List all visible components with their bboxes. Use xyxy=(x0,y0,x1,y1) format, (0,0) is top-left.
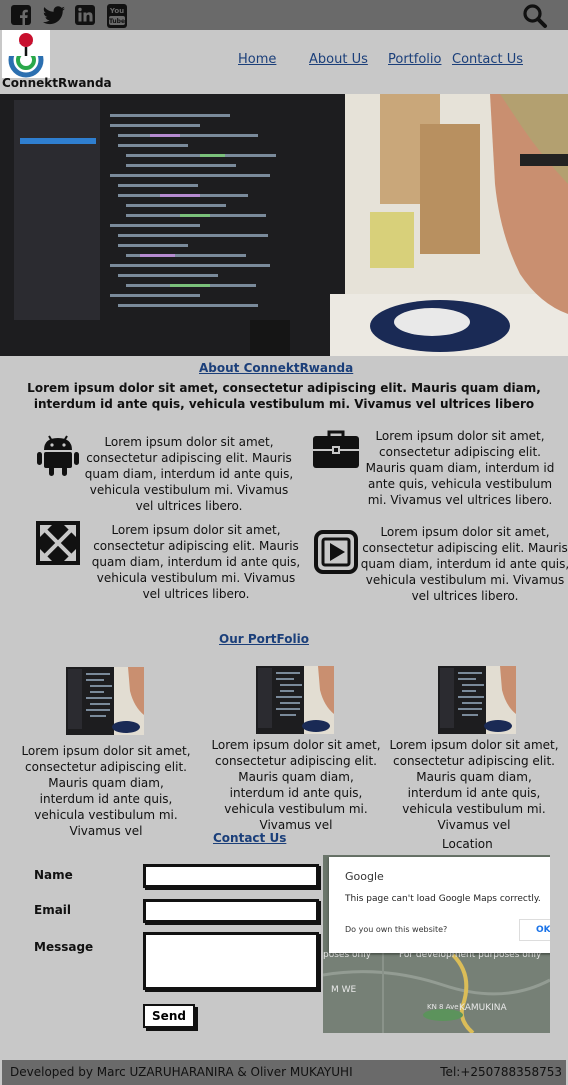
portfolio-text-3: Lorem ipsum dolor sit amet, consectetur … xyxy=(389,738,559,832)
contact-title[interactable]: Contact Us xyxy=(213,831,286,845)
send-button[interactable]: Send xyxy=(143,1004,195,1028)
message-textarea[interactable] xyxy=(143,932,319,990)
android-icon xyxy=(36,432,80,476)
name-label: Name xyxy=(34,868,73,882)
feature-text-2: Lorem ipsum dolor sit amet, consectetur … xyxy=(365,429,555,507)
nav-about-link[interactable]: About Us xyxy=(309,52,368,67)
footer-credits: Developed by Marc UZARUHARANIRA & Oliver… xyxy=(10,1065,353,1079)
location-label: Location xyxy=(442,837,493,851)
feature-text-3: Lorem ipsum dolor sit amet, consectetur … xyxy=(91,523,301,601)
linkedin-icon[interactable] xyxy=(74,4,96,30)
map-google-label: Google xyxy=(345,870,384,883)
logo[interactable]: ConnektRwanda xyxy=(2,30,112,90)
nav-contact-link[interactable]: Contact Us xyxy=(452,52,523,67)
map-place-2: KAMUKINA xyxy=(459,1003,507,1013)
portfolio-title[interactable]: Our PortFolio xyxy=(219,632,309,646)
map-place-3: KN 8 Ave xyxy=(427,1003,459,1011)
map-error-dialog: Google This page can't load Google Maps … xyxy=(329,857,550,953)
about-intro: Lorem ipsum dolor sit amet, consectetur … xyxy=(27,381,541,411)
facebook-icon[interactable] xyxy=(10,4,32,30)
nav-portfolio-link[interactable]: Portfolio xyxy=(388,52,441,67)
youtube-icon[interactable]: You Tube xyxy=(106,4,128,32)
portfolio-text-1: Lorem ipsum dolor sit amet, consectetur … xyxy=(21,744,191,838)
hero-image xyxy=(0,94,568,356)
youtube-label-bottom: Tube xyxy=(109,18,125,25)
portfolio-image-2[interactable] xyxy=(256,666,334,734)
play-icon xyxy=(314,530,358,574)
name-input[interactable] xyxy=(143,864,319,888)
footer-phone: Tel:+250788358753 xyxy=(440,1065,562,1079)
email-input[interactable] xyxy=(143,899,319,923)
map-ok-button[interactable]: OK xyxy=(519,919,550,941)
top-bar: You Tube xyxy=(0,0,568,30)
portfolio-image-3[interactable] xyxy=(438,666,516,734)
logo-text: ConnektRwanda xyxy=(2,76,112,90)
footer: Developed by Marc UZARUHARANIRA & Oliver… xyxy=(2,1060,566,1085)
expand-arrows-icon xyxy=(36,521,80,565)
about-title[interactable]: About ConnektRwanda xyxy=(199,361,353,375)
header: ConnektRwanda Home About Us Portfolio Co… xyxy=(0,30,568,94)
briefcase-icon xyxy=(312,428,360,472)
feature-text-1: Lorem ipsum dolor sit amet, consectetur … xyxy=(84,435,294,513)
search-icon[interactable] xyxy=(522,3,548,29)
map-own-website-link[interactable]: Do you own this website? xyxy=(345,925,447,934)
portfolio-text-2: Lorem ipsum dolor sit amet, consectetur … xyxy=(211,738,381,832)
logo-image xyxy=(2,30,50,78)
twitter-icon[interactable] xyxy=(42,4,66,30)
portfolio-image-1[interactable] xyxy=(66,667,144,735)
map-embed[interactable]: poses only For development purposes only… xyxy=(323,855,550,1033)
message-label: Message xyxy=(34,940,94,954)
nav-home-link[interactable]: Home xyxy=(238,52,276,67)
map-error-message: This page can't load Google Maps correct… xyxy=(345,894,541,904)
email-label: Email xyxy=(34,903,72,917)
map-place-1: M WE xyxy=(331,985,357,995)
youtube-label-top: You xyxy=(109,7,124,15)
feature-text-4: Lorem ipsum dolor sit amet, consectetur … xyxy=(360,525,568,603)
